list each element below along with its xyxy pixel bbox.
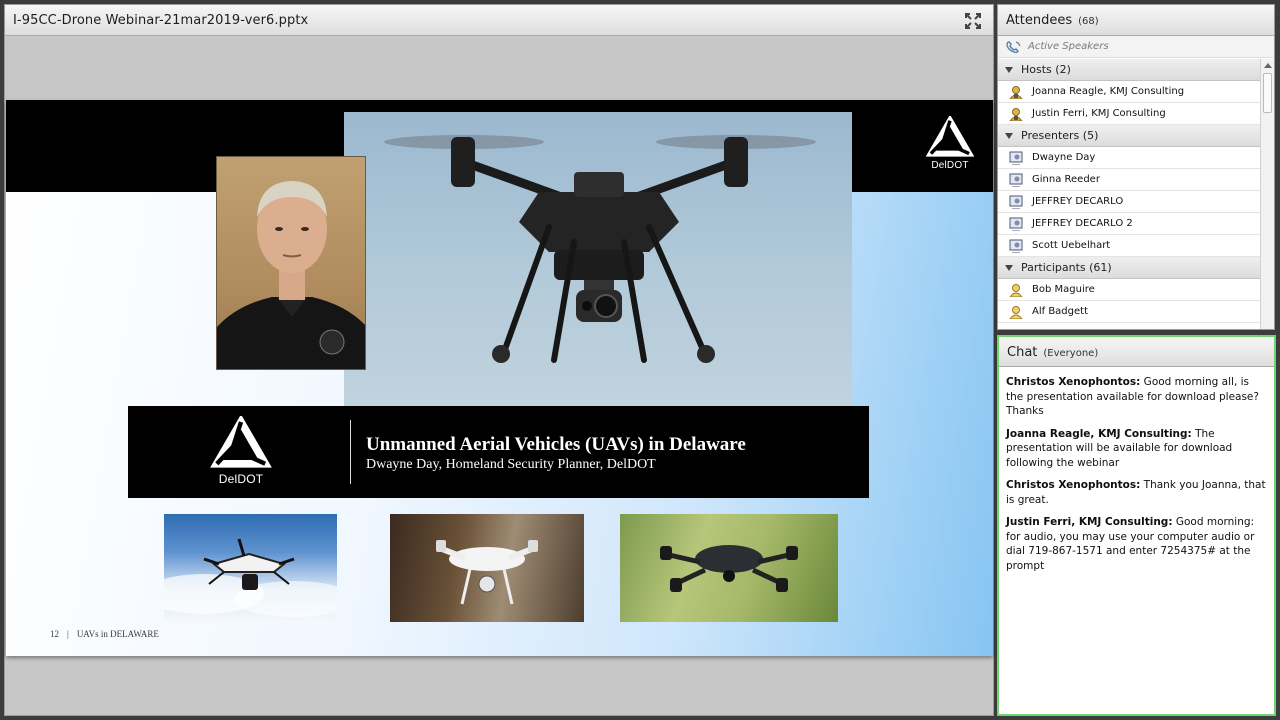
chat-pod: Chat (Everyone) Christos Xenophontos: Go…	[997, 335, 1276, 716]
chat-message: Justin Ferri, KMJ Consulting: Good morni…	[1006, 515, 1266, 573]
attendee-row[interactable]: Joanna Reagle, KMJ Consulting	[998, 81, 1261, 103]
presenter-user-icon	[1009, 151, 1023, 165]
attendee-row[interactable]: Justin Ferri, KMJ Consulting	[998, 103, 1261, 125]
drone-photo-phantom	[390, 514, 584, 622]
fullscreen-icon[interactable]	[963, 11, 983, 31]
slide-title: Unmanned Aerial Vehicles (UAVs) in Delaw…	[366, 434, 746, 455]
presenter-user-icon	[1009, 217, 1023, 231]
attendee-scrollbar[interactable]	[1260, 59, 1274, 329]
attendee-row[interactable]: JEFFREY DECARLO	[998, 191, 1261, 213]
attendee-list: Hosts (2) Joanna Reagle, KMJ Consulting …	[998, 59, 1261, 329]
slide-footer-text: UAVs in DELAWARE	[76, 629, 159, 639]
active-speakers-label: Active Speakers	[1028, 41, 1109, 52]
collapse-triangle-icon[interactable]	[1005, 132, 1013, 139]
slide-subtitle: Dwayne Day, Homeland Security Planner, D…	[366, 457, 656, 472]
attendee-row[interactable]: Dwayne Day	[998, 147, 1261, 169]
attendee-name: Alf Badgett	[1032, 306, 1088, 317]
group-presenters[interactable]: Presenters (5)	[998, 125, 1261, 147]
deldot-logo-icon	[210, 416, 272, 468]
attendee-name: JEFFREY DECARLO 2	[1032, 218, 1133, 229]
attendee-name: JEFFREY DECARLO	[1032, 196, 1124, 207]
chat-sender: Joanna Reagle, KMJ Consulting:	[1006, 427, 1192, 440]
deldot-banner-logo-text: DelDOT	[218, 472, 264, 486]
collapse-triangle-icon[interactable]	[1005, 66, 1013, 73]
main-drone-photo	[344, 112, 852, 406]
presenter-user-icon	[1009, 239, 1023, 253]
active-speakers-row: Active Speakers	[998, 36, 1274, 58]
group-hosts[interactable]: Hosts (2)	[998, 59, 1261, 81]
chat-message: Christos Xenophontos: Thank you Joanna, …	[1006, 478, 1266, 507]
chat-title: Chat	[1007, 345, 1038, 360]
attendee-row[interactable]: Bob Maguire	[998, 279, 1261, 301]
slide-page-number: 12	[50, 629, 59, 639]
participant-user-icon	[1009, 283, 1023, 297]
chat-sender: Christos Xenophontos:	[1006, 479, 1141, 491]
chat-sender: Christos Xenophontos:	[1006, 376, 1141, 388]
deldot-logo-corner: DelDOT	[922, 116, 978, 178]
group-label: Hosts (2)	[1021, 63, 1071, 76]
slide-footer-separator: |	[67, 629, 69, 639]
attendee-name: Bob Maguire	[1032, 284, 1095, 295]
phone-speaker-icon	[1006, 40, 1021, 53]
attendees-header: Attendees (68)	[998, 5, 1274, 36]
banner-divider	[350, 420, 351, 484]
share-content-area: DelDOT DelDOT Unmanned Aerial Vehicles (…	[5, 37, 993, 715]
chat-message: Christos Xenophontos: Good morning all, …	[1006, 375, 1266, 419]
chat-header: Chat (Everyone)	[999, 337, 1274, 367]
slide-footer: 12 | UAVs in DELAWARE	[50, 629, 159, 639]
attendee-row[interactable]: Ginna Reeder	[998, 169, 1261, 191]
attendee-row[interactable]: JEFFREY DECARLO 2	[998, 213, 1261, 235]
webinar-app: I-95CC-Drone Webinar-21mar2019-ver6.pptx	[0, 0, 1280, 720]
presenter-user-icon	[1009, 173, 1023, 187]
share-pod-header: I-95CC-Drone Webinar-21mar2019-ver6.pptx	[5, 5, 993, 36]
host-user-icon	[1009, 107, 1023, 121]
deldot-banner-logo: DelDOT	[206, 416, 276, 486]
drone-photo-mavic	[620, 514, 838, 622]
presentation-slide: DelDOT DelDOT Unmanned Aerial Vehicles (…	[6, 100, 993, 656]
speaker-headshot	[216, 156, 366, 370]
deldot-logo-icon	[925, 116, 975, 157]
host-user-icon	[1009, 85, 1023, 99]
participant-user-icon	[1009, 305, 1023, 319]
attendees-title: Attendees	[1006, 13, 1073, 28]
chat-scope: (Everyone)	[1043, 348, 1099, 359]
attendee-name: Joanna Reagle, KMJ Consulting	[1032, 86, 1185, 97]
chat-message: Joanna Reagle, KMJ Consulting: The prese…	[1006, 427, 1266, 471]
attendee-name: Scott Uebelhart	[1032, 240, 1111, 251]
attendee-row[interactable]: Alf Badgett	[998, 301, 1261, 323]
attendees-pod: Attendees (68) Active Speakers Hosts (2)…	[997, 4, 1275, 330]
deldot-logo-text: DelDOT	[931, 160, 969, 171]
share-pod-title: I-95CC-Drone Webinar-21mar2019-ver6.pptx	[13, 12, 309, 28]
attendee-name: Dwayne Day	[1032, 152, 1096, 163]
group-label: Presenters (5)	[1021, 129, 1099, 142]
chat-sender: Justin Ferri, KMJ Consulting:	[1006, 516, 1173, 528]
group-participants[interactable]: Participants (61)	[998, 257, 1261, 279]
collapse-triangle-icon[interactable]	[1005, 264, 1013, 271]
presenter-user-icon	[1009, 195, 1023, 209]
share-pod: I-95CC-Drone Webinar-21mar2019-ver6.pptx	[4, 4, 994, 716]
chat-message-list: Christos Xenophontos: Good morning all, …	[999, 367, 1274, 573]
attendee-name: Ginna Reeder	[1032, 174, 1100, 185]
attendee-name: Justin Ferri, KMJ Consulting	[1032, 108, 1166, 119]
title-banner: DelDOT Unmanned Aerial Vehicles (UAVs) i…	[128, 406, 869, 498]
scrollbar-thumb[interactable]	[1263, 73, 1272, 113]
scroll-up-arrow-icon[interactable]	[1264, 63, 1272, 68]
group-label: Participants (61)	[1021, 261, 1112, 274]
attendee-row[interactable]: Scott Uebelhart	[998, 235, 1261, 257]
drone-photo-inspire	[164, 514, 337, 622]
attendees-count: (68)	[1078, 16, 1099, 27]
